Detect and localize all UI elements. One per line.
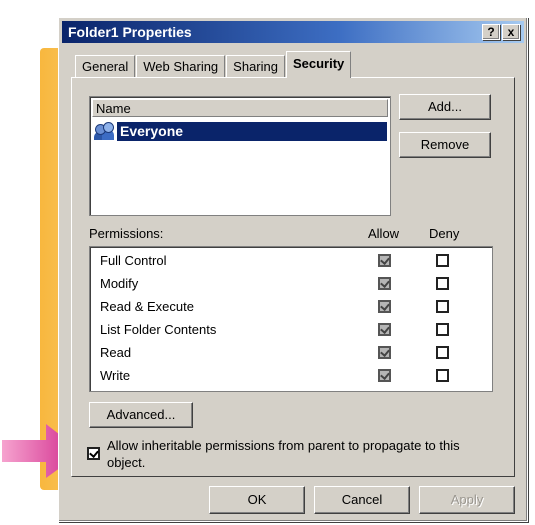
- name-column-header[interactable]: Name: [92, 99, 388, 117]
- help-button[interactable]: ?: [482, 24, 500, 40]
- tab-web-sharing[interactable]: Web Sharing: [136, 55, 226, 78]
- deny-checkbox[interactable]: [436, 369, 449, 382]
- permission-row: List Folder Contents: [90, 319, 492, 342]
- allow-checkbox[interactable]: [378, 254, 391, 267]
- permission-name: Read & Execute: [100, 299, 194, 314]
- permission-row: Modify: [90, 273, 492, 296]
- permission-name: List Folder Contents: [100, 322, 217, 337]
- remove-button[interactable]: Remove: [399, 132, 491, 158]
- deny-checkbox[interactable]: [436, 323, 449, 336]
- close-button[interactable]: x: [502, 24, 520, 40]
- window-title: Folder1 Properties: [68, 24, 192, 40]
- tab-strip: General Web Sharing Sharing Security: [75, 51, 352, 78]
- deny-header: Deny: [429, 226, 460, 241]
- properties-dialog: Folder1 Properties ? x General Web Shari…: [58, 17, 528, 522]
- allow-header: Allow: [368, 226, 400, 241]
- list-item-label: Everyone: [117, 121, 387, 141]
- permission-name: Modify: [100, 276, 139, 291]
- allow-checkbox[interactable]: [378, 369, 391, 382]
- deny-checkbox[interactable]: [436, 300, 449, 313]
- permission-name: Full Control: [100, 253, 167, 268]
- allow-checkbox[interactable]: [378, 277, 391, 290]
- title-bar[interactable]: Folder1 Properties ? x: [62, 21, 524, 43]
- list-item-everyone[interactable]: Everyone: [93, 121, 387, 141]
- allow-checkbox[interactable]: [378, 300, 391, 313]
- permission-name: Read: [100, 345, 132, 360]
- permissions-label: Permissions:: [89, 226, 164, 241]
- tab-sharing[interactable]: Sharing: [226, 55, 285, 78]
- deny-checkbox[interactable]: [436, 254, 449, 267]
- inherit-permissions-checkbox[interactable]: [87, 447, 100, 460]
- inherit-permissions-label: Allow inheritable permissions from paren…: [107, 438, 460, 470]
- permission-row: Full Control: [90, 250, 492, 273]
- add-button[interactable]: Add...: [399, 94, 491, 120]
- tab-security[interactable]: Security: [285, 51, 352, 78]
- users-group-icon: [93, 121, 117, 141]
- permissions-list: Full Control Modify Read & Execute List …: [89, 246, 493, 392]
- tab-general[interactable]: General: [75, 55, 136, 78]
- permission-name: Write: [100, 368, 131, 383]
- apply-button[interactable]: Apply: [419, 486, 515, 514]
- advanced-button[interactable]: Advanced...: [89, 402, 193, 428]
- names-listbox[interactable]: Name Everyone: [89, 96, 391, 216]
- permission-row: Read & Execute: [90, 296, 492, 319]
- deny-checkbox[interactable]: [436, 277, 449, 290]
- permission-row: Write: [90, 365, 492, 388]
- allow-checkbox[interactable]: [378, 323, 391, 336]
- permission-row: Read: [90, 342, 492, 365]
- ok-button[interactable]: OK: [209, 486, 305, 514]
- cancel-button[interactable]: Cancel: [314, 486, 410, 514]
- deny-checkbox[interactable]: [436, 346, 449, 359]
- allow-checkbox[interactable]: [378, 346, 391, 359]
